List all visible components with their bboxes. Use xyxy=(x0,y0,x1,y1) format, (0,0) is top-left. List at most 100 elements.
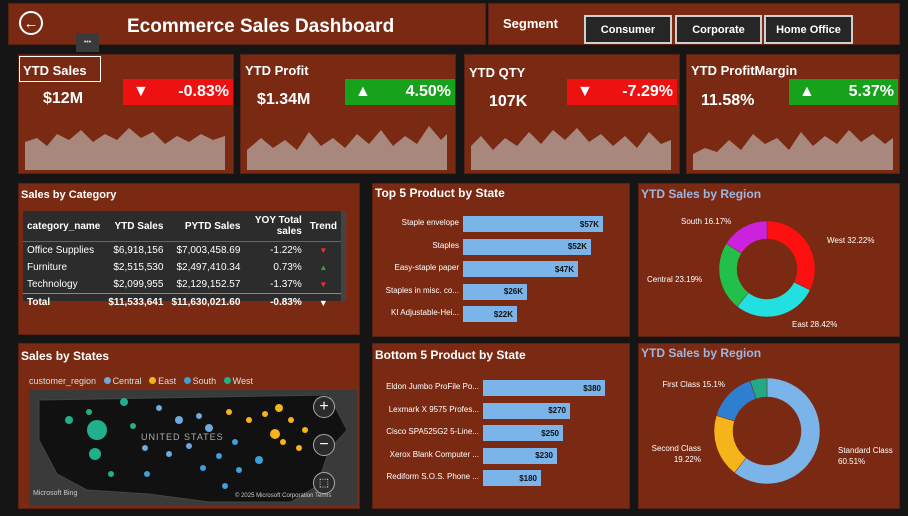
country-label: UNITED STATES xyxy=(141,432,224,442)
table-row[interactable]: Furniture $2,515,530 $2,497,410.34 0.73%… xyxy=(23,259,341,276)
bar-label: Lexmark X 9575 Profes... xyxy=(388,404,479,414)
legend-west: West xyxy=(232,376,254,386)
bar-row[interactable]: Rediform S.O.S. Phone ... $180 xyxy=(373,470,623,486)
donut-slice[interactable] xyxy=(718,243,749,308)
cell-total-pytd: $11,630,021.60 xyxy=(171,297,241,308)
map-attribution[interactable]: © 2025 Microsoft Corporation Terms xyxy=(235,493,331,499)
zoom-out-button[interactable]: − xyxy=(313,434,335,456)
segment-slicer-panel: Segment Consumer Corporate Home Office xyxy=(488,3,900,45)
bar[interactable]: $47K xyxy=(463,261,578,277)
map-bubble[interactable] xyxy=(87,420,107,440)
bar[interactable]: $250 xyxy=(483,425,563,441)
bar[interactable]: $52K xyxy=(463,238,591,255)
bar[interactable]: $380 xyxy=(483,380,605,396)
column-header[interactable]: category_name xyxy=(23,211,104,242)
dashboard-title: Ecommerce Sales Dashboard xyxy=(127,16,395,37)
kpi-title: YTD QTY xyxy=(469,65,526,80)
bar-row[interactable]: Staples in misc. co... $26K xyxy=(373,283,623,300)
map-bubble[interactable] xyxy=(216,453,222,459)
map-bubble[interactable] xyxy=(288,417,294,423)
map-bubble[interactable] xyxy=(262,411,268,417)
map-bubble[interactable] xyxy=(270,429,280,439)
bar-row[interactable]: Eldon Jumbo ProFile Po... $380 xyxy=(373,380,623,396)
kpi-change: -0.83% xyxy=(178,83,229,100)
slice-label: Standard Class xyxy=(838,446,893,455)
cell-category: Office Supplies xyxy=(27,245,95,256)
bar-label: Easy-staple paper xyxy=(394,263,459,272)
kpi-card-ytd-profit[interactable]: YTD Profit $1.34M ▲ 4.50% xyxy=(240,54,456,174)
sales-by-shipmode-panel: YTD Sales by Region Standard Class 60.51%… xyxy=(638,343,900,509)
zoom-in-button[interactable]: + xyxy=(313,396,335,418)
panel-title: Sales by States xyxy=(21,349,110,363)
map-bubble[interactable] xyxy=(255,456,263,464)
column-header[interactable]: Trend xyxy=(306,211,341,242)
donut-slice[interactable] xyxy=(713,415,747,474)
segment-corporate-button[interactable]: Corporate xyxy=(675,15,762,44)
bar-row[interactable]: Lexmark X 9575 Profes... $270 xyxy=(373,402,623,419)
donut-slice[interactable] xyxy=(736,281,811,318)
category-table-wrap: category_name YTD Sales PYTD Sales YOY T… xyxy=(23,211,341,308)
bar[interactable]: $22K xyxy=(463,306,517,322)
kpi-card-ytd-qty[interactable]: YTD QTY 107K ▼ -7.29% xyxy=(464,54,680,174)
kpi-card-ytd-profit-margin[interactable]: YTD ProfitMargin 11.58% ▲ 5.37% xyxy=(686,54,900,174)
segment-home-office-button[interactable]: Home Office xyxy=(764,15,853,44)
map-bubble[interactable] xyxy=(144,471,150,477)
map-bubble[interactable] xyxy=(205,424,213,432)
trend-down-icon: ▼ xyxy=(319,246,328,255)
back-arrow-icon[interactable]: ← xyxy=(19,11,43,35)
kpi-title: YTD Profit xyxy=(245,63,309,78)
column-header[interactable]: PYTD Sales xyxy=(167,211,244,242)
map-bubble[interactable] xyxy=(232,439,238,445)
map-bubble[interactable] xyxy=(226,409,232,415)
map-bubble[interactable] xyxy=(120,398,128,406)
map-bubble[interactable] xyxy=(222,483,228,489)
bar[interactable]: $26K xyxy=(463,283,527,300)
map-bubble[interactable] xyxy=(280,439,286,445)
bar-row[interactable]: Easy-staple paper $47K xyxy=(373,261,623,277)
map-bubble[interactable] xyxy=(156,405,162,411)
bar-row[interactable]: Cisco SPA525G2 5-Line... $250 xyxy=(373,425,623,441)
column-header[interactable]: YOY Total sales xyxy=(244,211,305,242)
more-options-icon[interactable]: ••• xyxy=(76,33,99,52)
bar-row[interactable]: Staples $52K xyxy=(373,238,623,255)
map-bubble[interactable] xyxy=(275,404,283,412)
map-bubble[interactable] xyxy=(296,445,302,451)
map-bubble[interactable] xyxy=(108,471,114,477)
bar[interactable]: $270 xyxy=(483,402,570,419)
map-legend: customer_region Central East South West xyxy=(29,376,253,386)
kpi-card-ytd-sales[interactable]: YTD Sales $12M ▼ -0.83% xyxy=(18,54,234,174)
donut-slice[interactable] xyxy=(766,220,816,291)
sparkline-area xyxy=(693,130,893,170)
bottom5-bar-chart: Eldon Jumbo ProFile Po... $380 Lexmark X 9… xyxy=(373,380,623,500)
cell-category: Furniture xyxy=(27,262,68,273)
map-bubble[interactable] xyxy=(65,416,73,424)
map-bubble[interactable] xyxy=(142,445,148,451)
table-row[interactable]: Technology $2,099,955 $2,129,152.57 -1.3… xyxy=(23,276,341,294)
table-row[interactable]: Office Supplies $6,918,156 $7,003,458.69… xyxy=(23,242,341,260)
map-bubble[interactable] xyxy=(186,443,192,449)
map-bubble[interactable] xyxy=(246,417,252,423)
map-bubble[interactable] xyxy=(196,413,202,419)
map-bubble[interactable] xyxy=(200,465,206,471)
bar[interactable]: $230 xyxy=(483,447,557,464)
table-scrollbar[interactable] xyxy=(341,211,346,301)
map-bubble[interactable] xyxy=(236,467,242,473)
cell-total-label: Total xyxy=(27,297,51,308)
map-bubble[interactable] xyxy=(175,416,183,424)
column-header[interactable]: YTD Sales xyxy=(104,211,167,242)
panel-title: Bottom 5 Product by State xyxy=(375,348,526,362)
bar-row[interactable]: KI Adjustable-Hei... $22K xyxy=(373,306,623,322)
segment-consumer-button[interactable]: Consumer xyxy=(584,15,672,44)
bar[interactable]: $180 xyxy=(483,470,541,486)
bar-row[interactable]: Staple envelope $57K xyxy=(373,216,623,232)
map-bubble[interactable] xyxy=(89,448,101,460)
map-bubble[interactable] xyxy=(302,427,308,433)
map-bubble[interactable] xyxy=(86,409,92,415)
map-bubble[interactable] xyxy=(166,451,172,457)
map-bubble[interactable] xyxy=(130,423,136,429)
bar[interactable]: $57K xyxy=(463,216,603,232)
up-arrow-icon: ▲ xyxy=(799,83,815,100)
map-viewport[interactable]: UNITED STATES Microsoft Bing © 2025 Micr… xyxy=(29,390,357,506)
select-region-icon[interactable]: ⬚ xyxy=(313,472,335,494)
bar-row[interactable]: Xerox Blank Computer ... $230 xyxy=(373,447,623,464)
